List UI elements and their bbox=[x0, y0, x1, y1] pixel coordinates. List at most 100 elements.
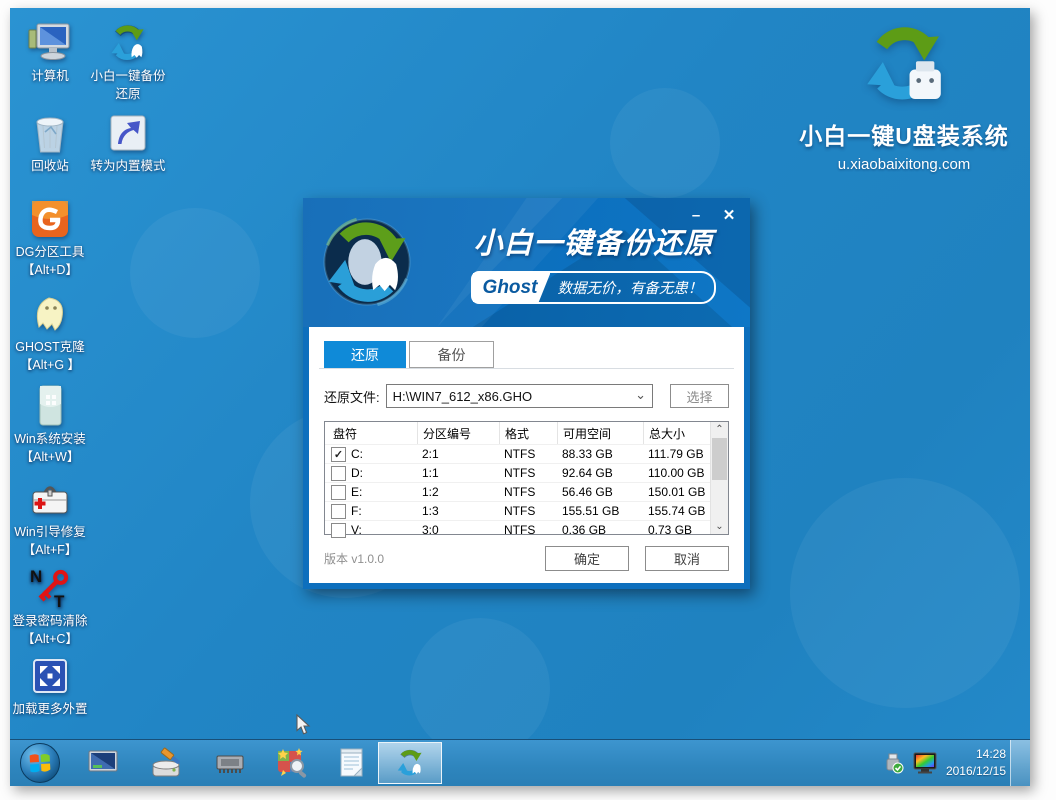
table-row[interactable]: V: 3:0 NTFS 0.36 GB 0.73 GB bbox=[325, 520, 728, 539]
cell-drive: C: bbox=[351, 447, 363, 461]
desktop-icon-computer[interactable]: 计算机 bbox=[10, 20, 92, 84]
start-button[interactable] bbox=[19, 742, 61, 784]
cell-free: 56.46 GB bbox=[557, 485, 643, 499]
background-bubble bbox=[610, 88, 720, 198]
desktop-icon-label: 小白一键备份 bbox=[90, 68, 165, 84]
version-label: 版本 v1.0.0 bbox=[324, 550, 545, 567]
cell-partition: 1:3 bbox=[417, 504, 499, 518]
ok-button[interactable]: 确定 bbox=[545, 546, 629, 571]
scrollbar-thumb[interactable] bbox=[712, 438, 727, 480]
desktop[interactable]: 小白一键U盘装系统 u.xiaobaixitong.com 计算机 小白一键备份… bbox=[10, 8, 1030, 786]
cell-free: 0.36 GB bbox=[557, 523, 643, 537]
display-tray-icon[interactable] bbox=[912, 751, 938, 775]
checkbox-checked[interactable]: ✓ bbox=[331, 447, 346, 462]
desktop-icon-label: 【Alt+G 】 bbox=[20, 357, 80, 373]
taskbar-clock[interactable]: 14:28 2016/12/15 bbox=[946, 746, 1006, 780]
backup-restore-icon bbox=[393, 746, 427, 780]
tab-backup[interactable]: 备份 bbox=[409, 341, 494, 368]
desktop-icon-label: GHOST克隆 bbox=[15, 339, 84, 355]
column-header-free[interactable]: 可用空间 bbox=[557, 422, 643, 444]
cell-partition: 3:0 bbox=[417, 523, 499, 537]
cell-partition: 2:1 bbox=[417, 447, 499, 461]
clock-date: 2016/12/15 bbox=[946, 763, 1006, 780]
desktop-icon-recycle-bin[interactable]: 回收站 bbox=[10, 110, 92, 174]
desktop-icon-label: 【Alt+C】 bbox=[22, 631, 78, 647]
checkbox[interactable] bbox=[331, 485, 346, 500]
cell-free: 155.51 GB bbox=[557, 504, 643, 518]
choose-file-button[interactable]: 选择 bbox=[670, 384, 729, 408]
desktop-icon-label: 转为内置模式 bbox=[90, 158, 165, 174]
tab-restore[interactable]: 还原 bbox=[324, 341, 406, 368]
brand-url: u.xiaobaixitong.com bbox=[786, 156, 1022, 173]
taskbar-icon-memory[interactable] bbox=[213, 746, 247, 780]
cell-free: 88.33 GB bbox=[557, 447, 643, 461]
restore-file-combobox[interactable]: H:\WIN7_612_x86.GHO ⌄ bbox=[386, 384, 653, 408]
cell-format: NTFS bbox=[499, 485, 557, 499]
background-bubble bbox=[410, 618, 550, 758]
cell-drive: F: bbox=[351, 504, 362, 518]
ghost-logo: Ghost bbox=[473, 273, 551, 302]
desktop-icon-backup-restore[interactable]: 小白一键备份 还原 bbox=[86, 20, 170, 103]
backup-restore-window: 小白一键备份还原 Ghost 数据无价，有备无患！ – ✕ 还原 备份 还原文件… bbox=[303, 198, 750, 589]
desktop-icon-win-install[interactable]: Win系统安装 【Alt+W】 bbox=[10, 383, 92, 466]
table-row[interactable]: D: 1:1 NTFS 92.64 GB 110.00 GB bbox=[325, 463, 728, 482]
scroll-down-icon[interactable]: ⌄ bbox=[711, 519, 728, 534]
desktop-icon-ghost-clone[interactable]: GHOST克隆 【Alt+G 】 bbox=[10, 291, 92, 374]
boot-repair-icon bbox=[27, 476, 73, 522]
recycle-bin-icon bbox=[27, 110, 73, 156]
dialog-footer: 版本 v1.0.0 确定 取消 bbox=[324, 546, 729, 571]
restore-file-row: 还原文件: H:\WIN7_612_x86.GHO ⌄ 选择 bbox=[324, 384, 729, 408]
svg-text:T: T bbox=[54, 592, 65, 611]
desktop-icon-internal-mode[interactable]: 转为内置模式 bbox=[86, 110, 170, 174]
cell-format: NTFS bbox=[499, 523, 557, 537]
brand-panel: 小白一键U盘装系统 u.xiaobaixitong.com bbox=[786, 18, 1022, 173]
taskbar-icon-notepad[interactable] bbox=[335, 746, 369, 780]
taskbar: 14:28 2016/12/15 bbox=[10, 739, 1030, 786]
svg-text:N: N bbox=[30, 567, 42, 586]
table-row[interactable]: F: 1:3 NTFS 155.51 GB 155.74 GB bbox=[325, 501, 728, 520]
cell-drive: V: bbox=[351, 523, 362, 537]
desktop-icon-label: 加载更多外置 bbox=[12, 701, 87, 717]
minimize-button[interactable]: – bbox=[687, 206, 705, 224]
password-clear-icon: N T bbox=[27, 565, 73, 611]
cell-partition: 1:2 bbox=[417, 485, 499, 499]
checkbox[interactable] bbox=[331, 523, 346, 538]
win-install-icon bbox=[27, 383, 73, 429]
desktop-icon-password-clear[interactable]: N T 登录密码清除 【Alt+C】 bbox=[10, 565, 92, 648]
checkbox[interactable] bbox=[331, 466, 346, 481]
taskbar-icon-desktop[interactable] bbox=[86, 746, 120, 780]
desktop-icon-label: 回收站 bbox=[31, 158, 69, 174]
cell-format: NTFS bbox=[499, 504, 557, 518]
desktop-icon-load-more[interactable]: 加载更多外置 bbox=[10, 653, 92, 717]
desktop-icon-boot-repair[interactable]: Win引导修复 【Alt+F】 bbox=[10, 476, 92, 559]
restore-file-label: 还原文件: bbox=[324, 387, 380, 406]
taskbar-icon-screenshot-tool[interactable] bbox=[274, 746, 308, 780]
desktop-icon-label: 【Alt+W】 bbox=[21, 449, 80, 465]
table-scrollbar[interactable]: ⌃ ⌄ bbox=[710, 422, 728, 534]
column-header-format[interactable]: 格式 bbox=[499, 422, 557, 444]
cancel-button[interactable]: 取消 bbox=[645, 546, 729, 571]
scroll-up-icon[interactable]: ⌃ bbox=[711, 422, 728, 437]
desktop-icon-label: Win系统安装 bbox=[14, 431, 86, 447]
taskbar-icon-disk-cleanup[interactable] bbox=[149, 746, 183, 780]
background-bubble bbox=[790, 478, 1020, 708]
banner-text: 小白一键备份还原 Ghost 数据无价，有备无患！ bbox=[445, 220, 742, 304]
column-header-drive[interactable]: 盘符 bbox=[325, 422, 417, 444]
desktop-icon-dg-partition[interactable]: DG分区工具 【Alt+D】 bbox=[10, 196, 92, 279]
table-row[interactable]: ✓C: 2:1 NTFS 88.33 GB 111.79 GB bbox=[325, 444, 728, 463]
ghost-icon bbox=[27, 291, 73, 337]
load-more-icon bbox=[27, 653, 73, 699]
window-title: 小白一键备份还原 bbox=[445, 220, 742, 262]
table-row[interactable]: E: 1:2 NTFS 56.46 GB 150.01 GB bbox=[325, 482, 728, 501]
backup-restore-icon bbox=[105, 20, 151, 66]
column-header-partition[interactable]: 分区编号 bbox=[417, 422, 499, 444]
close-button[interactable]: ✕ bbox=[720, 206, 738, 224]
mouse-cursor bbox=[296, 714, 312, 736]
window-controls: – ✕ bbox=[687, 206, 738, 224]
checkbox[interactable] bbox=[331, 504, 346, 519]
usb-tray-icon[interactable] bbox=[882, 752, 904, 774]
chevron-down-icon[interactable]: ⌄ bbox=[635, 387, 646, 403]
taskbar-app-backup-restore-active[interactable] bbox=[378, 742, 442, 784]
table-header: 盘符 分区编号 格式 可用空间 总大小 bbox=[325, 422, 728, 444]
show-desktop-button[interactable] bbox=[1010, 740, 1030, 786]
